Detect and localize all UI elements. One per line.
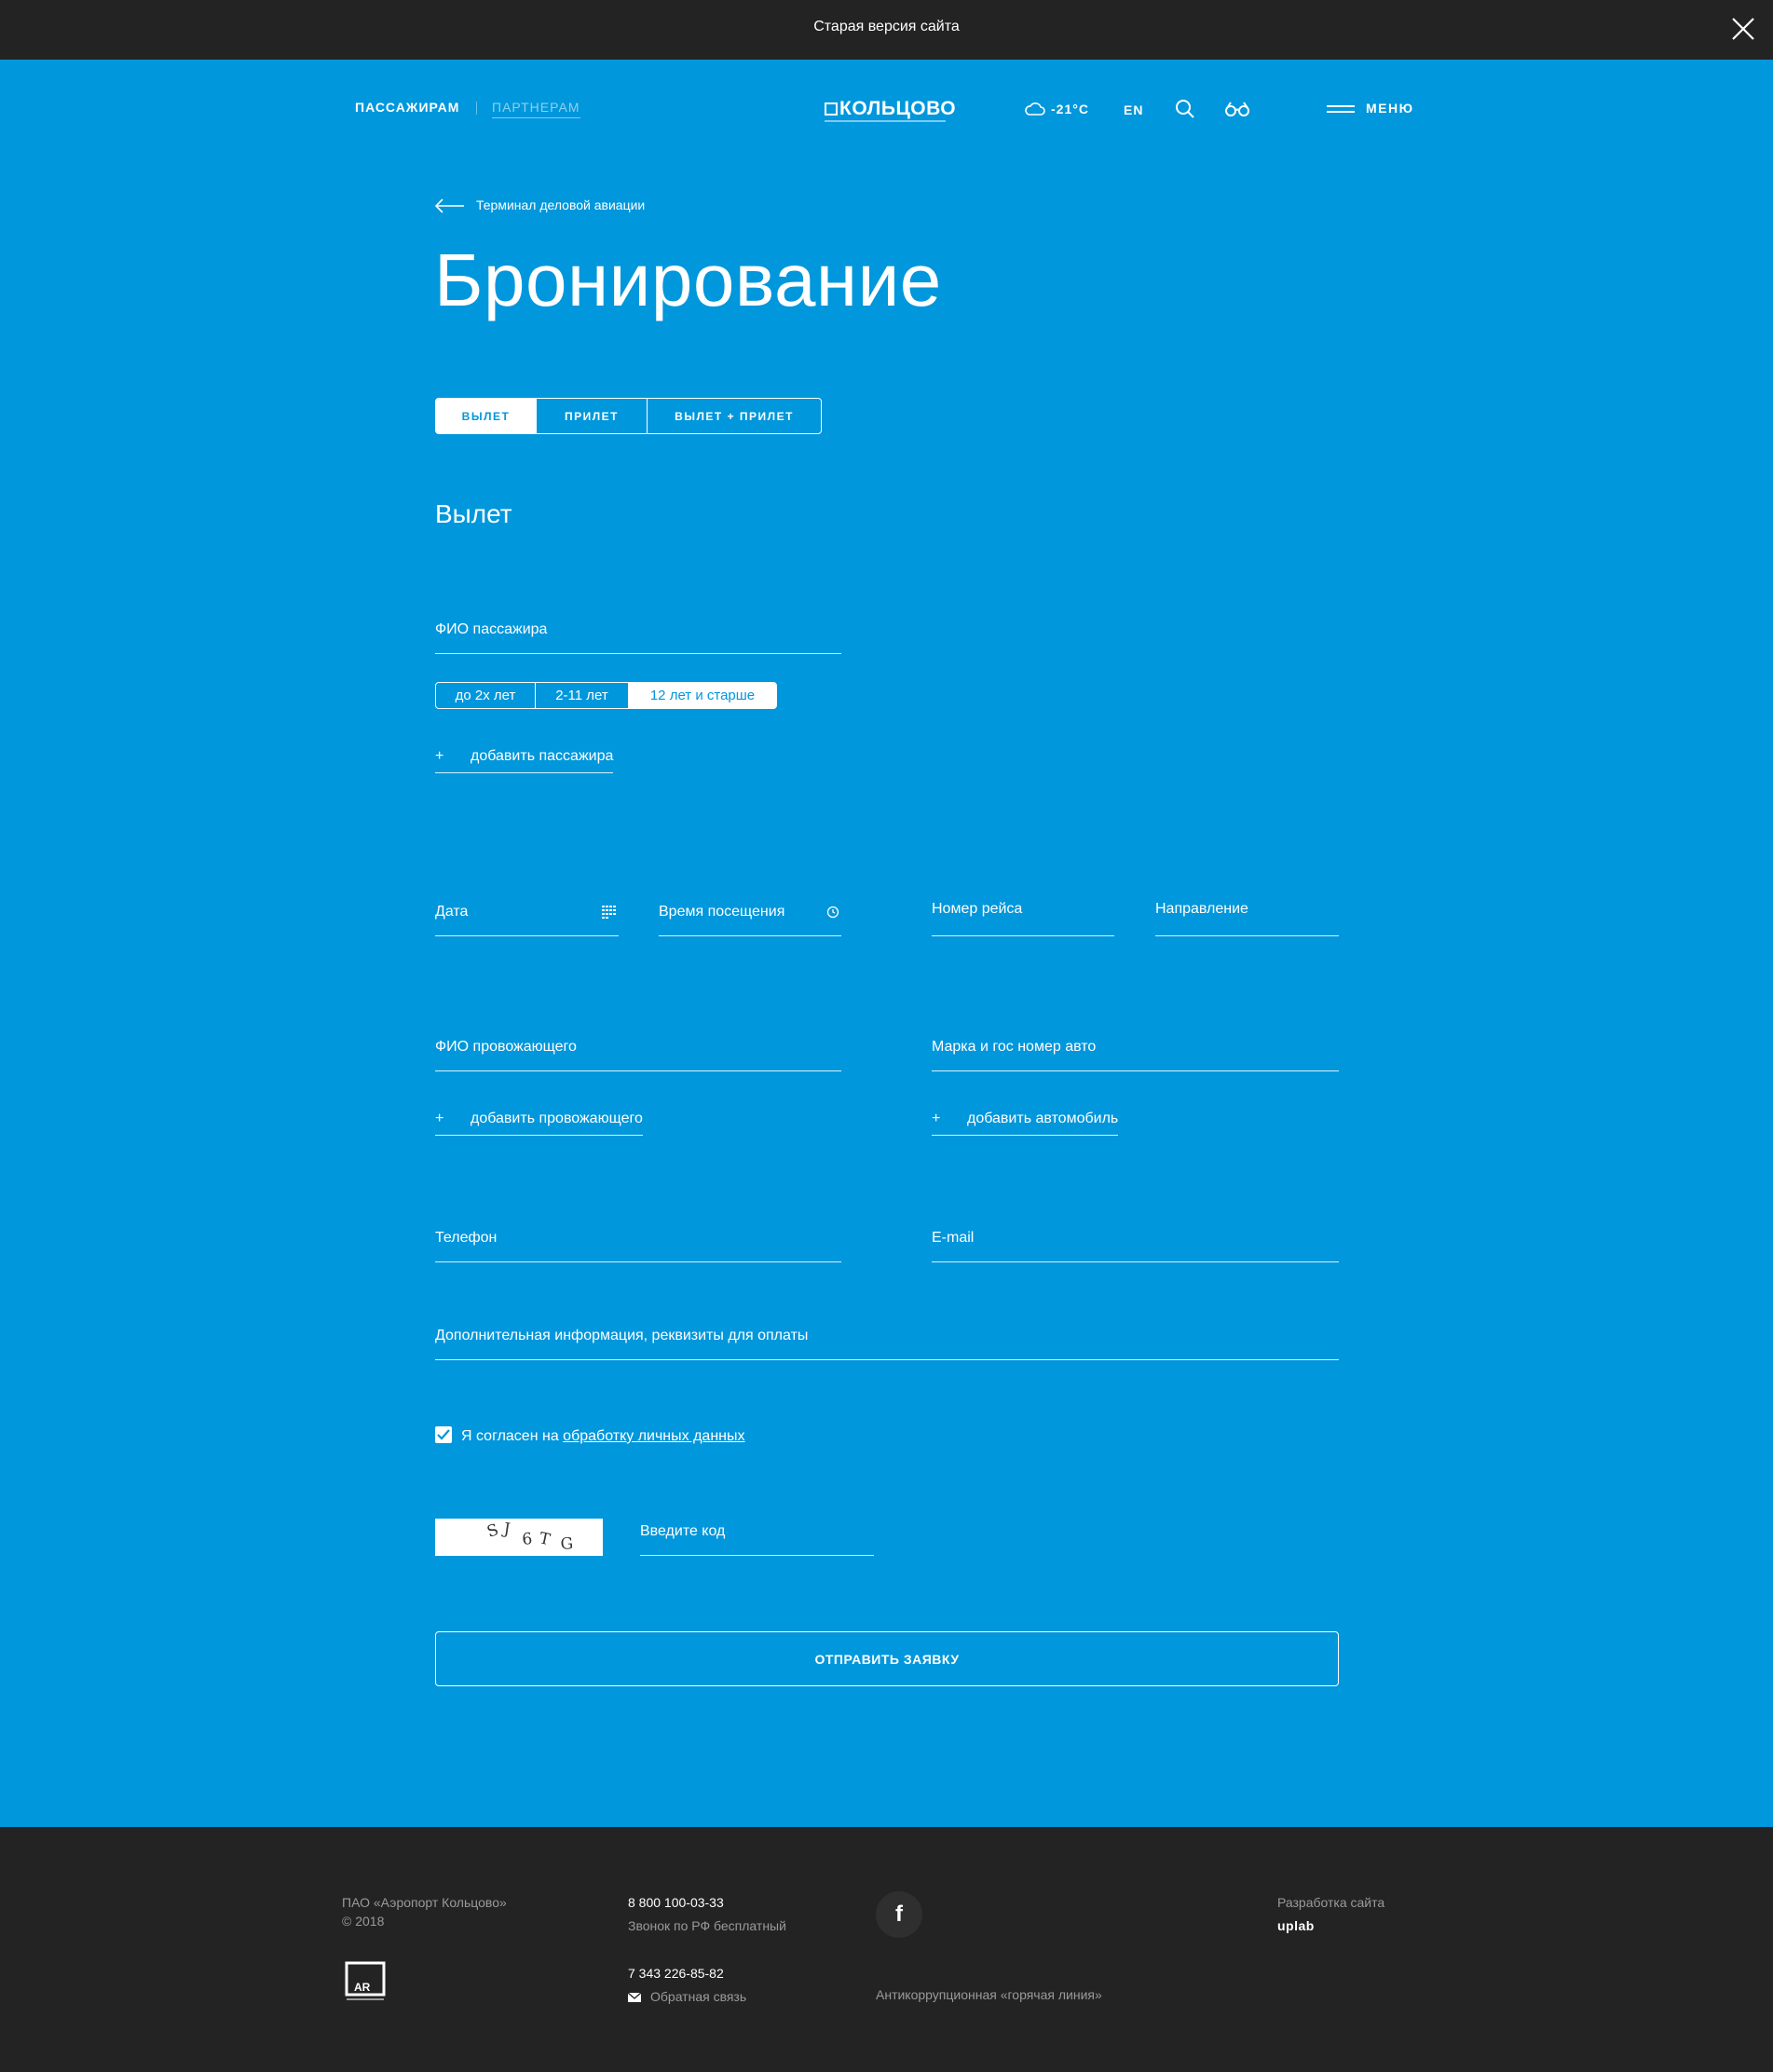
nav-divider bbox=[476, 102, 477, 115]
logo-text: КОЛЬЦОВО bbox=[839, 98, 957, 119]
age-option-infant[interactable]: до 2х лет bbox=[436, 683, 536, 708]
consent-checkbox[interactable] bbox=[435, 1426, 452, 1443]
footer bbox=[0, 1827, 1773, 2072]
back-link[interactable]: Терминал деловой авиации bbox=[434, 198, 646, 213]
passenger-name-field[interactable]: ФИО пассажира bbox=[435, 606, 841, 654]
temperature: -21°C bbox=[1051, 102, 1089, 116]
age-selector: до 2х лет 2-11 лет 12 лет и старше bbox=[435, 682, 777, 709]
plus-icon: + bbox=[435, 1111, 444, 1126]
visit-time-field[interactable]: Время посещения bbox=[659, 885, 841, 936]
footer-year: © 2018 bbox=[342, 1914, 385, 1929]
captcha-input[interactable]: Введите код bbox=[640, 1505, 874, 1556]
date-field[interactable]: Дата bbox=[435, 885, 619, 936]
car-field[interactable]: Марка и гос номер авто bbox=[932, 1020, 1339, 1071]
captcha-label: Введите код bbox=[640, 1523, 726, 1539]
section-title: Вылет bbox=[435, 499, 512, 528]
direction-tabs: Вылет Прилет Вылет + Прилет bbox=[435, 398, 822, 434]
ar-logo-text: AR bbox=[354, 1981, 371, 1994]
page-title: Бронирование bbox=[434, 239, 942, 321]
footer-feedback-label: Обратная связь bbox=[650, 1989, 747, 2004]
hamburger-icon bbox=[1327, 102, 1355, 116]
captcha-char: J bbox=[500, 1520, 511, 1539]
tab-departure[interactable]: Вылет bbox=[436, 399, 537, 433]
nav-passengers[interactable]: ПАССАЖИРАМ bbox=[355, 100, 459, 115]
email-label: E-mail bbox=[932, 1230, 975, 1246]
car-label: Марка и гос номер авто bbox=[932, 1039, 1097, 1055]
submit-button[interactable]: ОТПРАВИТЬ ЗАЯВКУ bbox=[435, 1631, 1339, 1686]
captcha-image: S J 6 T G bbox=[435, 1519, 603, 1556]
footer-feedback-link[interactable]: Обратная связь bbox=[627, 1989, 747, 2004]
calendar-icon bbox=[602, 906, 616, 919]
footer-company: ПАО «Аэропорт Кольцово» bbox=[342, 1895, 507, 1910]
add-escort-button[interactable]: + добавить провожающего bbox=[435, 1111, 643, 1136]
menu-button[interactable]: МЕНЮ bbox=[1327, 101, 1414, 116]
age-option-adult[interactable]: 12 лет и старше bbox=[629, 683, 776, 708]
extra-info-label: Дополнительная информация, реквизиты для… bbox=[435, 1328, 809, 1343]
close-icon[interactable] bbox=[1730, 16, 1756, 42]
add-passenger-button[interactable]: + добавить пассажира bbox=[435, 748, 614, 773]
logo-underline bbox=[825, 120, 946, 122]
captcha-char: S bbox=[484, 1520, 500, 1542]
ar-logo-icon: AR bbox=[345, 1961, 386, 2000]
add-car-button[interactable]: + добавить автомобиль bbox=[932, 1111, 1119, 1136]
nav-partners[interactable]: ПАРТНЕРАМ bbox=[492, 100, 580, 118]
flight-number-label: Номер рейса bbox=[932, 901, 1023, 917]
plus-icon: + bbox=[932, 1111, 941, 1126]
plus-icon: + bbox=[435, 748, 444, 764]
logo-mark-icon bbox=[825, 102, 838, 116]
flight-number-field[interactable]: Номер рейса bbox=[932, 885, 1114, 936]
old-site-bar: Старая версия сайта bbox=[0, 0, 1773, 60]
consent-text: Я согласен на bbox=[461, 1428, 559, 1444]
cloud-icon bbox=[1025, 102, 1045, 116]
search-icon[interactable] bbox=[1175, 99, 1195, 119]
site-logo[interactable]: КОЛЬЦОВО bbox=[825, 98, 957, 122]
phone-label: Телефон bbox=[435, 1230, 498, 1246]
menu-label: МЕНЮ bbox=[1366, 101, 1414, 116]
consent-link[interactable]: обработку личных данных bbox=[563, 1428, 744, 1444]
date-label: Дата bbox=[435, 904, 469, 920]
escort-name-label: ФИО провожающего bbox=[435, 1039, 577, 1055]
escort-name-field[interactable]: ФИО провожающего bbox=[435, 1020, 841, 1071]
direction-field[interactable]: Направление bbox=[1155, 885, 1339, 936]
phone-field[interactable]: Телефон bbox=[435, 1211, 841, 1262]
passenger-name-label: ФИО пассажира bbox=[435, 621, 548, 637]
footer-phone-local[interactable]: 7 343 226-85-82 bbox=[628, 1966, 724, 1981]
captcha-char: 6 bbox=[521, 1530, 533, 1549]
direction-label: Направление bbox=[1155, 901, 1248, 917]
footer-phone-free[interactable]: 8 800 100-03-33 bbox=[628, 1895, 724, 1910]
consent-row: Я согласен на обработку личных данных bbox=[435, 1426, 745, 1445]
arrow-left-icon bbox=[434, 198, 464, 213]
extra-info-field[interactable]: Дополнительная информация, реквизиты для… bbox=[435, 1309, 1339, 1360]
footer-dev-label: Разработка сайта bbox=[1277, 1895, 1385, 1910]
email-field[interactable]: E-mail bbox=[932, 1211, 1339, 1262]
tab-arrival[interactable]: Прилет bbox=[537, 399, 648, 433]
captcha-glyphs: S J 6 T G bbox=[484, 1520, 574, 1554]
footer-dev-name[interactable]: uplab bbox=[1277, 1918, 1315, 1933]
language-switch[interactable]: EN bbox=[1124, 102, 1143, 117]
old-site-link[interactable]: Старая версия сайта bbox=[0, 19, 1773, 35]
tab-departure-arrival[interactable]: Вылет + Прилет bbox=[648, 399, 821, 433]
weather-widget: -21°C bbox=[1025, 101, 1089, 117]
glasses-icon[interactable] bbox=[1224, 101, 1250, 117]
add-escort-label: добавить провожающего bbox=[471, 1111, 643, 1126]
clock-icon bbox=[826, 906, 839, 919]
captcha-char: T bbox=[538, 1529, 552, 1549]
checkmark-icon bbox=[437, 1429, 450, 1440]
facebook-icon[interactable]: f bbox=[876, 1891, 922, 1938]
add-passenger-label: добавить пассажира bbox=[471, 748, 614, 764]
footer-hotline-link[interactable]: Антикоррупционная «горячая линия» bbox=[876, 1987, 1102, 2002]
footer-phone-free-note: Звонок по РФ бесплатный bbox=[628, 1918, 786, 1933]
envelope-icon bbox=[627, 1992, 642, 2002]
age-option-child[interactable]: 2-11 лет bbox=[536, 683, 629, 708]
visit-time-label: Время посещения bbox=[659, 904, 785, 920]
add-car-label: добавить автомобиль bbox=[967, 1111, 1119, 1126]
captcha-char: G bbox=[560, 1534, 574, 1554]
back-link-label: Терминал деловой авиации bbox=[476, 198, 646, 212]
